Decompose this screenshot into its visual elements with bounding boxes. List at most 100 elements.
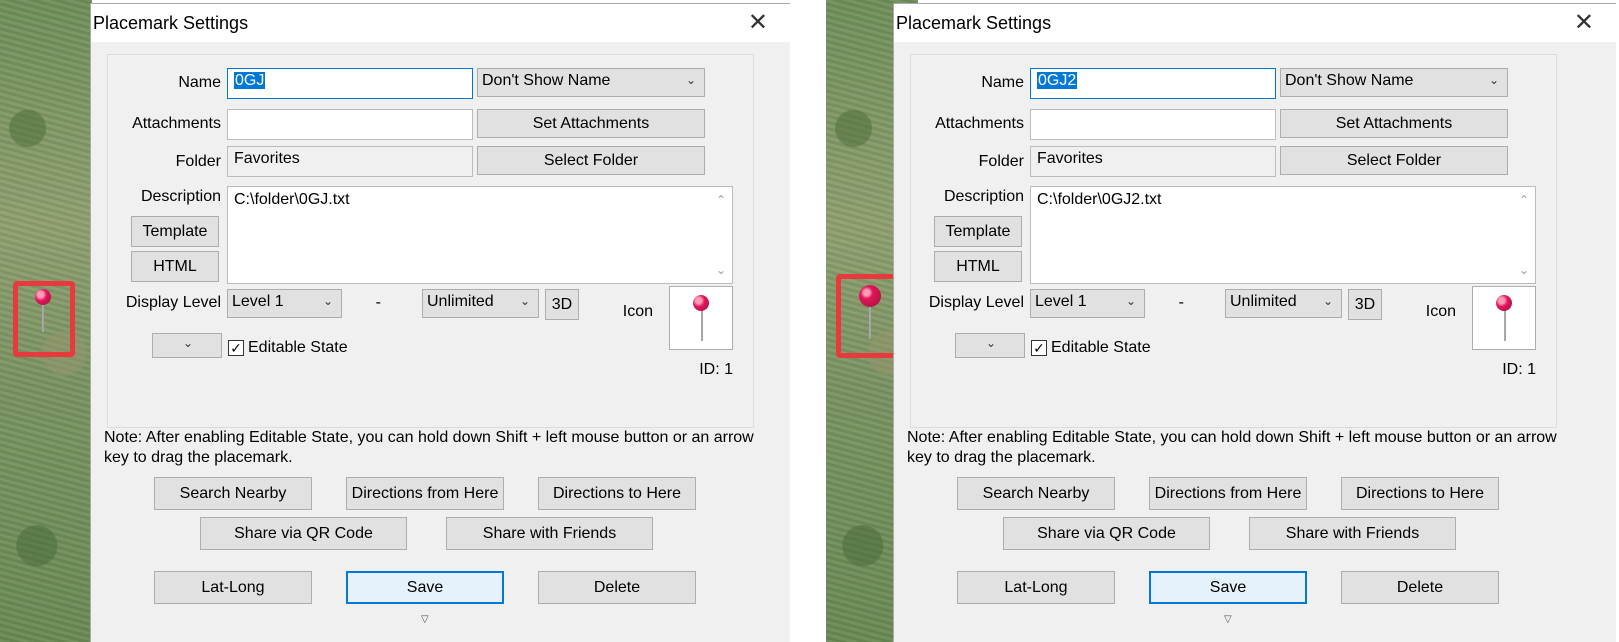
share-with-friends-button[interactable]: Share with Friends bbox=[446, 517, 653, 550]
directions-from-here-button[interactable]: Directions from Here bbox=[1149, 477, 1307, 510]
name-value: 0GJ bbox=[234, 72, 266, 89]
selected-placemark-frame[interactable] bbox=[13, 281, 75, 357]
placemark-pin-icon bbox=[1496, 295, 1512, 311]
save-button[interactable]: Save bbox=[346, 571, 504, 604]
share-qr-code-button[interactable]: Share via QR Code bbox=[200, 517, 407, 550]
folder-label: Folder bbox=[978, 153, 1024, 170]
lat-long-button[interactable]: Lat-Long bbox=[154, 571, 312, 604]
resize-grip-icon[interactable]: ▽ bbox=[1224, 614, 1232, 625]
set-attachments-button[interactable]: Set Attachments bbox=[477, 109, 705, 138]
scroll-up-icon[interactable]: ⌃ bbox=[1519, 193, 1529, 207]
id-text: ID: 1 bbox=[1502, 361, 1536, 378]
description-textarea[interactable]: C:\folder\0GJ.txt ⌃ ⌄ bbox=[227, 186, 733, 284]
directions-to-here-button[interactable]: Directions to Here bbox=[538, 477, 696, 510]
attachments-label: Attachments bbox=[132, 115, 221, 132]
placemark-settings-dialog: Placemark Settings ✕ Name 0GJ Don't Show… bbox=[90, 3, 790, 642]
attachments-field[interactable] bbox=[227, 109, 473, 140]
right-screenshot-panel: Placemark Settings ✕ Name 0GJ2 Don't Sho… bbox=[826, 0, 1616, 642]
folder-field[interactable]: Favorites bbox=[1030, 146, 1276, 177]
placemark-pin-icon[interactable] bbox=[35, 289, 51, 305]
close-icon[interactable]: ✕ bbox=[1574, 8, 1594, 37]
display-level-to-select[interactable]: Unlimited ⌄ bbox=[1225, 289, 1342, 318]
scroll-up-icon[interactable]: ⌃ bbox=[716, 193, 726, 207]
3d-button[interactable]: 3D bbox=[545, 289, 579, 320]
display-level-label: Display Level bbox=[125, 294, 221, 311]
name-label: Name bbox=[178, 74, 221, 91]
search-nearby-button[interactable]: Search Nearby bbox=[957, 477, 1115, 510]
html-button[interactable]: HTML bbox=[131, 251, 219, 282]
attachments-label: Attachments bbox=[935, 115, 1024, 132]
name-display-value: Don't Show Name bbox=[482, 72, 611, 89]
checkmark-icon: ✓ bbox=[230, 340, 242, 356]
chevron-down-icon: ⌄ bbox=[1322, 294, 1333, 308]
icon-preview-button[interactable] bbox=[1472, 286, 1536, 350]
extra-dropdown[interactable]: ⌄ bbox=[152, 333, 222, 358]
editable-state-note: Note: After enabling Editable State, you… bbox=[104, 429, 754, 466]
placemark-pin-icon bbox=[693, 295, 709, 311]
icon-preview-button[interactable] bbox=[669, 286, 733, 350]
display-level-from-value: Level 1 bbox=[232, 293, 284, 310]
html-button[interactable]: HTML bbox=[934, 251, 1022, 282]
placemark-settings-dialog: Placemark Settings ✕ Name 0GJ2 Don't Sho… bbox=[893, 3, 1616, 642]
close-icon[interactable]: ✕ bbox=[748, 8, 768, 37]
chevron-down-icon: ⌄ bbox=[322, 294, 333, 308]
share-with-friends-button[interactable]: Share with Friends bbox=[1249, 517, 1456, 550]
chevron-down-icon: ⌄ bbox=[519, 294, 530, 308]
attachments-field[interactable] bbox=[1030, 109, 1276, 140]
chevron-down-icon: ⌄ bbox=[1488, 73, 1499, 87]
chevron-down-icon: ⌄ bbox=[182, 336, 193, 350]
dialog-title: Placemark Settings bbox=[93, 13, 249, 33]
delete-button[interactable]: Delete bbox=[538, 571, 696, 604]
description-value: C:\folder\0GJ.txt bbox=[234, 191, 350, 208]
description-value: C:\folder\0GJ2.txt bbox=[1037, 191, 1162, 208]
icon-label: Icon bbox=[1425, 303, 1456, 320]
name-input[interactable]: 0GJ bbox=[227, 68, 473, 99]
folder-label: Folder bbox=[175, 153, 221, 170]
save-button[interactable]: Save bbox=[1149, 571, 1307, 604]
display-level-from-select[interactable]: Level 1 ⌄ bbox=[227, 289, 342, 318]
icon-label: Icon bbox=[622, 303, 653, 320]
delete-button[interactable]: Delete bbox=[1341, 571, 1499, 604]
id-text: ID: 1 bbox=[699, 361, 733, 378]
name-input[interactable]: 0GJ2 bbox=[1030, 68, 1276, 99]
scroll-down-icon[interactable]: ⌄ bbox=[716, 263, 726, 277]
search-nearby-button[interactable]: Search Nearby bbox=[154, 477, 312, 510]
checkmark-icon: ✓ bbox=[1033, 340, 1045, 356]
left-screenshot-panel: Placemark Settings ✕ Name 0GJ Don't Show… bbox=[0, 0, 790, 642]
name-display-select[interactable]: Don't Show Name ⌄ bbox=[1280, 68, 1508, 97]
range-separator: - bbox=[375, 294, 381, 311]
select-folder-button[interactable]: Select Folder bbox=[477, 146, 705, 175]
directions-to-here-button[interactable]: Directions to Here bbox=[1341, 477, 1499, 510]
directions-from-here-button[interactable]: Directions from Here bbox=[346, 477, 504, 510]
description-label: Description bbox=[943, 188, 1024, 205]
editable-state-checkbox[interactable]: ✓ bbox=[228, 340, 244, 356]
placemark-pin-icon[interactable] bbox=[859, 285, 881, 307]
name-display-select[interactable]: Don't Show Name ⌄ bbox=[477, 68, 705, 97]
folder-field[interactable]: Favorites bbox=[227, 146, 473, 177]
set-attachments-button[interactable]: Set Attachments bbox=[1280, 109, 1508, 138]
description-label: Description bbox=[140, 188, 221, 205]
editable-state-label: Editable State bbox=[1051, 339, 1151, 356]
template-button[interactable]: Template bbox=[131, 216, 219, 247]
extra-dropdown[interactable]: ⌄ bbox=[955, 333, 1025, 358]
share-qr-code-button[interactable]: Share via QR Code bbox=[1003, 517, 1210, 550]
name-value: 0GJ2 bbox=[1037, 72, 1078, 89]
3d-button[interactable]: 3D bbox=[1348, 289, 1382, 320]
name-display-value: Don't Show Name bbox=[1285, 72, 1414, 89]
resize-grip-icon[interactable]: ▽ bbox=[421, 614, 429, 625]
template-button[interactable]: Template bbox=[934, 216, 1022, 247]
display-level-to-select[interactable]: Unlimited ⌄ bbox=[422, 289, 539, 318]
display-level-from-value: Level 1 bbox=[1035, 293, 1087, 310]
dialog-titlebar: Placemark Settings ✕ bbox=[894, 4, 1616, 42]
display-level-to-value: Unlimited bbox=[427, 293, 494, 310]
dialog-titlebar: Placemark Settings ✕ bbox=[91, 4, 790, 42]
lat-long-button[interactable]: Lat-Long bbox=[957, 571, 1115, 604]
display-level-to-value: Unlimited bbox=[1230, 293, 1297, 310]
select-folder-button[interactable]: Select Folder bbox=[1280, 146, 1508, 175]
editable-state-checkbox[interactable]: ✓ bbox=[1031, 340, 1047, 356]
display-level-from-select[interactable]: Level 1 ⌄ bbox=[1030, 289, 1145, 318]
description-textarea[interactable]: C:\folder\0GJ2.txt ⌃ ⌄ bbox=[1030, 186, 1536, 284]
chevron-down-icon: ⌄ bbox=[685, 73, 696, 87]
scroll-down-icon[interactable]: ⌄ bbox=[1519, 263, 1529, 277]
name-label: Name bbox=[981, 74, 1024, 91]
